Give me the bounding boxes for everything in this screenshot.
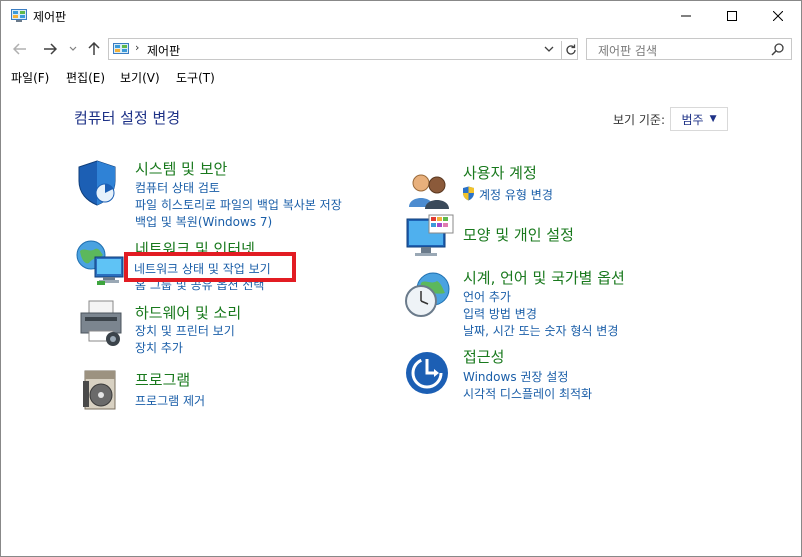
maximize-icon [727, 11, 737, 21]
link-add-language[interactable]: 언어 추가 [463, 288, 511, 305]
link-windows-recommended-settings[interactable]: Windows 권장 설정 [463, 368, 568, 385]
menu-edit[interactable]: 편집(E) [66, 69, 105, 86]
forward-arrow-icon [44, 43, 57, 55]
refresh-icon [566, 44, 576, 55]
link-backup-restore[interactable]: 백업 및 복원(Windows 7) [135, 213, 272, 230]
address-bar[interactable]: › 제어판 [108, 38, 578, 60]
view-by-dropdown[interactable]: 범주 ▼ [670, 107, 728, 131]
clock-globe-icon [405, 272, 450, 317]
link-change-account-type[interactable]: 계정 유형 변경 [479, 186, 553, 203]
dropdown-caret-icon: ▼ [709, 114, 717, 124]
link-devices-printers[interactable]: 장치 및 프린터 보기 [135, 322, 235, 339]
category-user-accounts[interactable]: 사용자 계정 [463, 162, 537, 183]
refresh-button[interactable] [561, 41, 580, 59]
up-arrow-icon [88, 42, 100, 55]
category-system-security[interactable]: 시스템 및 보안 [135, 158, 227, 179]
control-panel-app-icon [11, 9, 27, 22]
forward-button[interactable] [41, 39, 59, 59]
minimize-button[interactable] [663, 1, 709, 31]
program-box-icon [83, 370, 116, 410]
category-appearance-personalization[interactable]: 모양 및 개인 설정 [463, 224, 574, 245]
title-bar: 제어판 [1, 1, 801, 31]
users-icon [409, 174, 449, 209]
uac-shield-icon [463, 186, 474, 201]
category-hardware-sound[interactable]: 하드웨어 및 소리 [135, 302, 241, 323]
window-title: 제어판 [33, 10, 67, 24]
link-change-input-method[interactable]: 입력 방법 변경 [463, 305, 537, 322]
close-button[interactable] [755, 1, 801, 31]
menu-view[interactable]: 보기(V) [120, 69, 160, 86]
page-title: 컴퓨터 설정 변경 [74, 109, 181, 127]
navigation-bar: › 제어판 제어판 검색 [1, 35, 801, 63]
network-globe-icon [76, 240, 124, 285]
maximize-button[interactable] [709, 1, 755, 31]
recent-locations-button[interactable] [67, 39, 79, 59]
view-by-value: 범주 [681, 112, 704, 127]
search-icon[interactable] [771, 42, 785, 56]
breadcrumb-separator[interactable]: › [135, 41, 139, 54]
control-panel-icon [113, 43, 129, 54]
chevron-down-icon [69, 46, 77, 51]
printer-icon [80, 300, 122, 346]
back-button[interactable] [11, 39, 29, 59]
up-button[interactable] [85, 39, 103, 59]
accessibility-icon [406, 352, 448, 394]
category-ease-of-access[interactable]: 접근성 [463, 346, 504, 367]
highlighted-link-box[interactable]: 네트워크 상태 및 작업 보기 [124, 252, 296, 282]
category-clock-language-region[interactable]: 시계, 언어 및 국가별 옵션 [463, 267, 625, 288]
content-area: 컴퓨터 설정 변경 보기 기준: 범주 ▼ 시스템 및 보안 컴퓨터 상태 검토… [1, 87, 801, 556]
monitor-palette-icon [406, 214, 454, 256]
control-panel-window: 제어판 › 제어판 제어판 검색 파일(F) 편집(E) 보기(V) 도구(T)… [0, 0, 802, 557]
menu-file[interactable]: 파일(F) [11, 69, 49, 86]
link-change-date-format[interactable]: 날짜, 시간 또는 숫자 형식 변경 [463, 322, 618, 339]
menu-bar: 파일(F) 편집(E) 보기(V) 도구(T) [1, 65, 801, 87]
address-dropdown-icon[interactable] [543, 42, 555, 56]
link-add-device[interactable]: 장치 추가 [135, 339, 183, 356]
close-icon [773, 11, 783, 21]
link-optimize-visual-display[interactable]: 시각적 디스플레이 최적화 [463, 385, 592, 402]
search-placeholder: 제어판 검색 [598, 44, 658, 58]
minimize-icon [681, 15, 691, 17]
link-file-history[interactable]: 파일 히스토리로 파일의 백업 복사본 저장 [135, 196, 342, 213]
search-box[interactable]: 제어판 검색 [586, 38, 792, 60]
link-uninstall-program[interactable]: 프로그램 제거 [135, 392, 205, 409]
menu-tools[interactable]: 도구(T) [176, 69, 215, 86]
link-review-status[interactable]: 컴퓨터 상태 검토 [135, 179, 220, 196]
category-programs[interactable]: 프로그램 [135, 369, 190, 390]
view-by-label: 보기 기준: [613, 113, 666, 127]
link-network-status[interactable]: 네트워크 상태 및 작업 보기 [134, 260, 271, 277]
breadcrumb-control-panel[interactable]: 제어판 [147, 42, 180, 59]
shield-icon [78, 160, 116, 206]
back-arrow-icon [13, 43, 26, 55]
